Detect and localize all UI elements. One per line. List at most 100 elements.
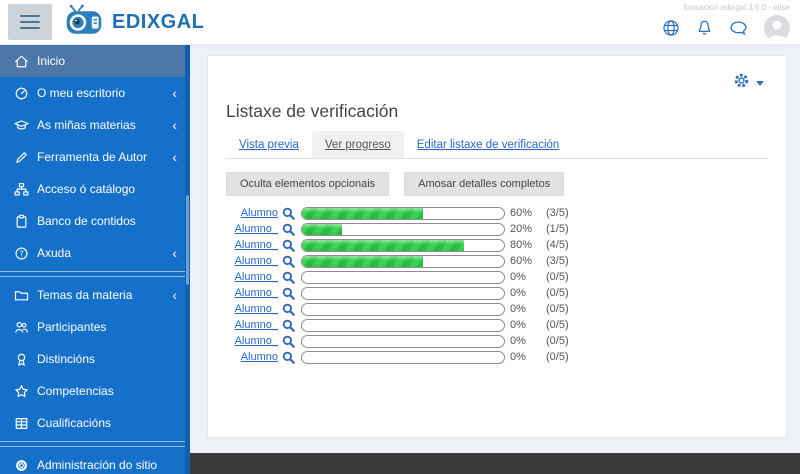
checklist-card: Listaxe de verificación Vista previa Ver… bbox=[207, 55, 787, 438]
progress-percent: 0% bbox=[510, 351, 526, 363]
student-link[interactable]: Alumno_ bbox=[226, 303, 278, 315]
chevron-left-icon: ‹ bbox=[172, 287, 177, 303]
page-footer bbox=[190, 453, 800, 474]
caret-down-icon bbox=[756, 80, 764, 86]
progress-bar bbox=[301, 206, 505, 220]
progress-row: Alumno_ 0% (0/5) bbox=[226, 333, 786, 349]
student-link[interactable]: Alumno_ bbox=[226, 335, 278, 347]
magnifier-icon[interactable] bbox=[282, 271, 295, 284]
sidebar-item-participantes[interactable]: Participantes ‹ bbox=[0, 311, 190, 343]
magnifier-icon[interactable] bbox=[282, 287, 295, 300]
student-link[interactable]: Alumno_ bbox=[226, 271, 278, 283]
tab-vista-previa[interactable]: Vista previa bbox=[226, 131, 312, 158]
sidebar-divider bbox=[0, 271, 190, 277]
sidebar-item-axuda[interactable]: ? Axuda ‹ bbox=[0, 237, 190, 269]
progress-fraction: (0/5) bbox=[546, 351, 569, 363]
progress-bar bbox=[301, 238, 505, 252]
show-full-details-button[interactable]: Amosar detalles completos bbox=[404, 172, 565, 196]
student-link[interactable]: Alumno_ bbox=[226, 239, 278, 251]
sidebar-item-administracion-do-sitio[interactable]: Administración do sitio ‹ bbox=[0, 449, 190, 474]
sidebar-item-acceso-o-catalogo[interactable]: Acceso ó catálogo ‹ bbox=[0, 173, 190, 205]
magnifier-icon[interactable] bbox=[282, 351, 295, 364]
gear-icon bbox=[13, 457, 29, 473]
progress-bar bbox=[301, 254, 505, 268]
dashboard-icon bbox=[13, 85, 29, 101]
edixgal-logo-icon bbox=[65, 4, 103, 40]
progress-percent: 0% bbox=[510, 303, 526, 315]
hide-optional-button[interactable]: Oculta elementos opcionais bbox=[226, 172, 390, 196]
progress-fraction: (0/5) bbox=[546, 287, 569, 299]
sidebar-menu: Inicio ‹ O meu escritorio ‹ As miñas mat… bbox=[0, 45, 190, 474]
svg-text:?: ? bbox=[19, 249, 23, 258]
pencil-icon bbox=[13, 149, 29, 165]
clipboard-icon bbox=[13, 213, 29, 229]
home-icon bbox=[13, 53, 29, 69]
progress-row: Alumno_ 0% (0/5) bbox=[226, 269, 786, 285]
student-link[interactable]: Alumno bbox=[226, 207, 278, 219]
progress-percent: 60% bbox=[510, 207, 533, 219]
progress-fraction: (0/5) bbox=[546, 335, 569, 347]
sidebar-item-temas-da-materia[interactable]: Temas da materia ‹ bbox=[0, 279, 190, 311]
progress-bar-fill bbox=[302, 207, 424, 219]
student-link[interactable]: Alumno_ bbox=[226, 255, 278, 267]
topbar: EDIXGAL formación edixgal 3.6.0 - el/se bbox=[0, 0, 800, 45]
progress-fraction: (0/5) bbox=[546, 271, 569, 283]
sidebar-item-inicio[interactable]: Inicio ‹ bbox=[0, 45, 190, 77]
sidebar-item-competencias[interactable]: Competencias ‹ bbox=[0, 375, 190, 407]
magnifier-icon[interactable] bbox=[282, 223, 295, 236]
settings-menu-toggle[interactable] bbox=[208, 56, 786, 95]
progress-fraction: (4/5) bbox=[546, 239, 569, 251]
brand-link[interactable]: EDIXGAL bbox=[65, 4, 204, 40]
bell-icon[interactable] bbox=[696, 19, 713, 37]
progress-percent: 0% bbox=[510, 319, 526, 331]
progress-percent: 20% bbox=[510, 223, 533, 235]
magnifier-icon[interactable] bbox=[282, 207, 295, 220]
tab-bar: Vista previa Ver progreso Editar listaxe… bbox=[226, 131, 768, 159]
avatar[interactable] bbox=[764, 15, 790, 41]
sidebar-item-cualificacions[interactable]: Cualificacións ‹ bbox=[0, 407, 190, 439]
magnifier-icon[interactable] bbox=[282, 319, 295, 332]
progress-table: Alumno 60% (3/5) Alumno_ 20% (1/5) Alumn… bbox=[226, 205, 786, 365]
student-link[interactable]: Alumno_ bbox=[226, 319, 278, 331]
progress-percent: 0% bbox=[510, 287, 526, 299]
progress-bar bbox=[301, 286, 505, 300]
sidebar-scrollbar[interactable] bbox=[185, 45, 190, 474]
magnifier-icon[interactable] bbox=[282, 335, 295, 348]
progress-fraction: (0/5) bbox=[546, 319, 569, 331]
progress-fraction: (3/5) bbox=[546, 207, 569, 219]
topbar-right: formación edixgal 3.6.0 - el/se bbox=[662, 3, 792, 41]
student-link[interactable]: Alumno bbox=[226, 351, 278, 363]
progress-row: Alumno_ 20% (1/5) bbox=[226, 221, 786, 237]
sidebar-item-o-meu-escritorio[interactable]: O meu escritorio ‹ bbox=[0, 77, 190, 109]
magnifier-icon[interactable] bbox=[282, 255, 295, 268]
student-link[interactable]: Alumno_ bbox=[226, 223, 278, 235]
progress-bar-fill bbox=[302, 239, 464, 251]
sidebar-item-banco-de-contidos[interactable]: Banco de contidos ‹ bbox=[0, 205, 190, 237]
main-content: Listaxe de verificación Vista previa Ver… bbox=[190, 45, 800, 474]
folder-icon bbox=[13, 287, 29, 303]
sidebar-item-as-minas-materias[interactable]: As miñas materias ‹ bbox=[0, 109, 190, 141]
tab-editar-listaxe[interactable]: Editar listaxe de verificación bbox=[404, 131, 573, 158]
progress-bar bbox=[301, 270, 505, 284]
hamburger-menu-button[interactable] bbox=[8, 4, 52, 40]
tab-ver-progreso[interactable]: Ver progreso bbox=[311, 131, 404, 158]
magnifier-icon[interactable] bbox=[282, 303, 295, 316]
sidebar-item-distincions[interactable]: Distincións ‹ bbox=[0, 343, 190, 375]
student-link[interactable]: Alumno_ bbox=[226, 287, 278, 299]
progress-fraction: (0/5) bbox=[546, 303, 569, 315]
progress-bar bbox=[301, 302, 505, 316]
graduation-cap-icon bbox=[13, 117, 29, 133]
progress-bar-fill bbox=[302, 255, 424, 267]
app-window: EDIXGAL formación edixgal 3.6.0 - el/se bbox=[0, 0, 800, 474]
sidebar-item-ferramenta-de-autor[interactable]: Ferramenta de Autor ‹ bbox=[0, 141, 190, 173]
progress-row: Alumno_ 80% (4/5) bbox=[226, 237, 786, 253]
chat-icon[interactable] bbox=[729, 20, 748, 37]
progress-row: Alumno 60% (3/5) bbox=[226, 205, 786, 221]
users-icon bbox=[13, 319, 29, 335]
globe-icon[interactable] bbox=[662, 19, 680, 37]
action-buttons: Oculta elementos opcionais Amosar detall… bbox=[226, 172, 768, 196]
chevron-left-icon: ‹ bbox=[172, 85, 177, 101]
grades-icon bbox=[13, 415, 29, 431]
magnifier-icon[interactable] bbox=[282, 239, 295, 252]
chevron-left-icon: ‹ bbox=[172, 149, 177, 165]
